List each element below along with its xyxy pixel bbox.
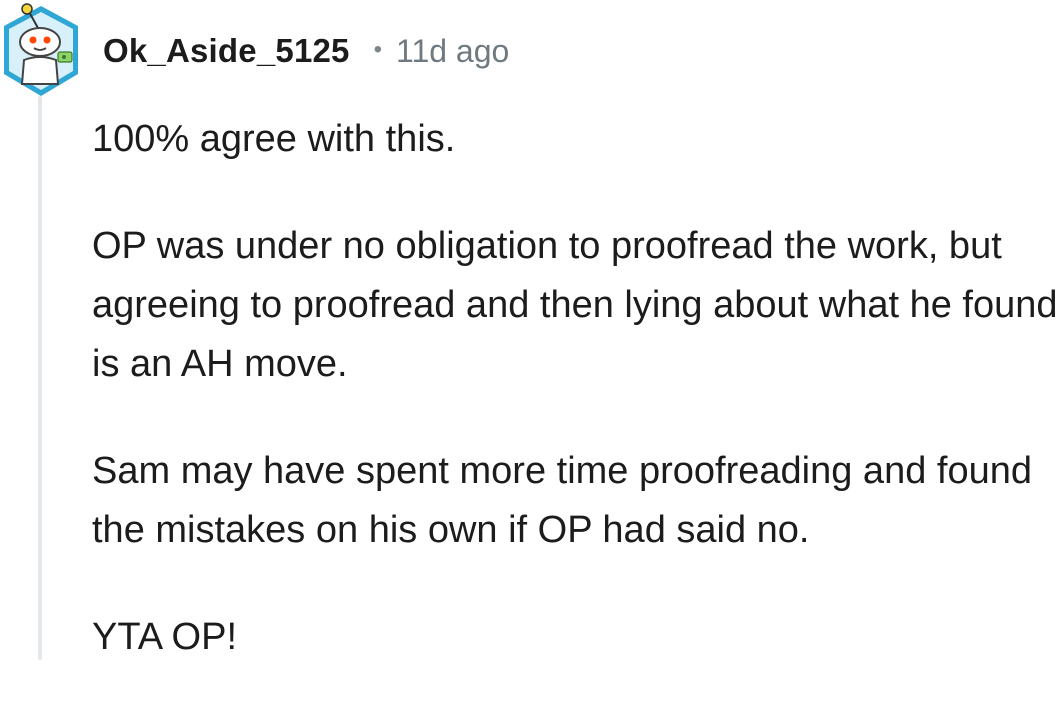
comment-paragraph: Sam may have spent more time proofreadin… — [92, 450, 1032, 551]
comment-paragraph: YTA OP! — [92, 616, 238, 658]
comment-body: 100% agree with this. OP was under no ob… — [92, 110, 1062, 715]
separator-dot: • — [373, 36, 383, 63]
username-link[interactable]: Ok_Aside_5125 — [103, 32, 350, 70]
thread-collapse-line[interactable] — [38, 96, 42, 660]
comment: Ok_Aside_5125 • 11d ago 100% agree with … — [0, 0, 1064, 660]
comment-header: Ok_Aside_5125 • 11d ago — [103, 26, 509, 76]
reddit-snoo-avatar-icon — [4, 3, 78, 96]
comment-paragraph: OP was under no obligation to proofread … — [92, 225, 1058, 385]
user-avatar[interactable] — [0, 2, 82, 98]
comment-timestamp[interactable]: 11d ago — [396, 33, 509, 70]
comment-paragraph: 100% agree with this. — [92, 118, 456, 160]
